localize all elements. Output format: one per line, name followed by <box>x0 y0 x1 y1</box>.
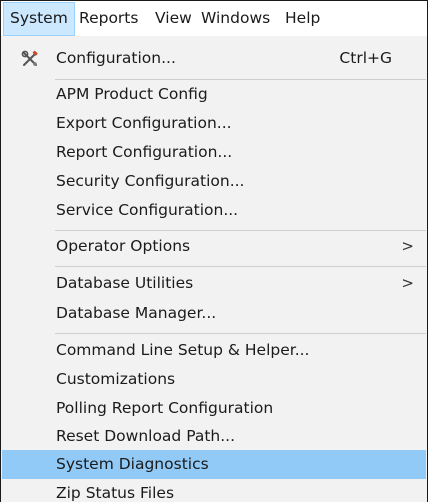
export-configuration-label: Export Configuration... <box>56 114 232 132</box>
menu-item-system-diagnostics[interactable]: System Diagnostics <box>2 450 426 479</box>
configuration-shortcut: Ctrl+G <box>339 49 392 67</box>
menu-separator <box>55 230 426 231</box>
service-configuration-label: Service Configuration... <box>56 201 239 219</box>
database-manager-label: Database Manager... <box>56 304 217 322</box>
configuration-label: Configuration... <box>56 49 176 67</box>
operator-options-label: Operator Options <box>56 237 191 255</box>
menu-item-security-configuration[interactable]: Security Configuration... <box>2 167 426 196</box>
menu-item-report-configuration[interactable]: Report Configuration... <box>2 138 426 167</box>
polling-report-configuration-label: Polling Report Configuration <box>56 399 274 417</box>
menu-item-service-configuration[interactable]: Service Configuration... <box>2 196 426 225</box>
menu-item-apm-product-config[interactable]: APM Product Config <box>2 80 426 109</box>
apm-product-config-label: APM Product Config <box>56 85 208 103</box>
submenu-arrow-icon: > <box>401 274 414 292</box>
menu-reports[interactable]: Reports <box>73 2 144 36</box>
zip-status-files-label: Zip Status Files <box>56 484 175 502</box>
menu-item-operator-options[interactable]: Operator Options > <box>2 232 426 261</box>
tools-icon <box>21 50 38 66</box>
system-dropdown-menu: Configuration... Ctrl+G APM Product Conf… <box>0 36 428 502</box>
menu-separator <box>55 266 426 267</box>
menu-item-customizations[interactable]: Customizations <box>2 365 426 394</box>
menu-view[interactable]: View <box>149 2 198 36</box>
menu-item-configuration[interactable]: Configuration... Ctrl+G <box>2 44 426 73</box>
security-configuration-label: Security Configuration... <box>56 172 245 190</box>
database-utilities-label: Database Utilities <box>56 274 194 292</box>
menu-help[interactable]: Help <box>279 2 326 36</box>
menu-item-export-configuration[interactable]: Export Configuration... <box>2 109 426 138</box>
system-diagnostics-label: System Diagnostics <box>56 455 209 473</box>
report-configuration-label: Report Configuration... <box>56 143 233 161</box>
menu-windows[interactable]: Windows <box>195 2 276 36</box>
menu-item-zip-status-files[interactable]: Zip Status Files <box>2 479 426 502</box>
menu-separator <box>55 333 426 334</box>
menu-item-polling-report-configuration[interactable]: Polling Report Configuration <box>2 394 426 423</box>
menu-item-command-line-setup[interactable]: Command Line Setup & Helper... <box>2 336 426 365</box>
customizations-label: Customizations <box>56 370 176 388</box>
menu-item-reset-download-path[interactable]: Reset Download Path... <box>2 422 426 451</box>
menu-item-database-utilities[interactable]: Database Utilities > <box>2 269 426 298</box>
reset-download-path-label: Reset Download Path... <box>56 427 236 445</box>
submenu-arrow-icon: > <box>401 237 414 255</box>
command-line-setup-label: Command Line Setup & Helper... <box>56 341 310 359</box>
menu-item-database-manager[interactable]: Database Manager... <box>2 299 426 328</box>
menu-system[interactable]: System <box>3 2 75 36</box>
menu-bar: System Reports View Windows Help <box>0 0 428 36</box>
